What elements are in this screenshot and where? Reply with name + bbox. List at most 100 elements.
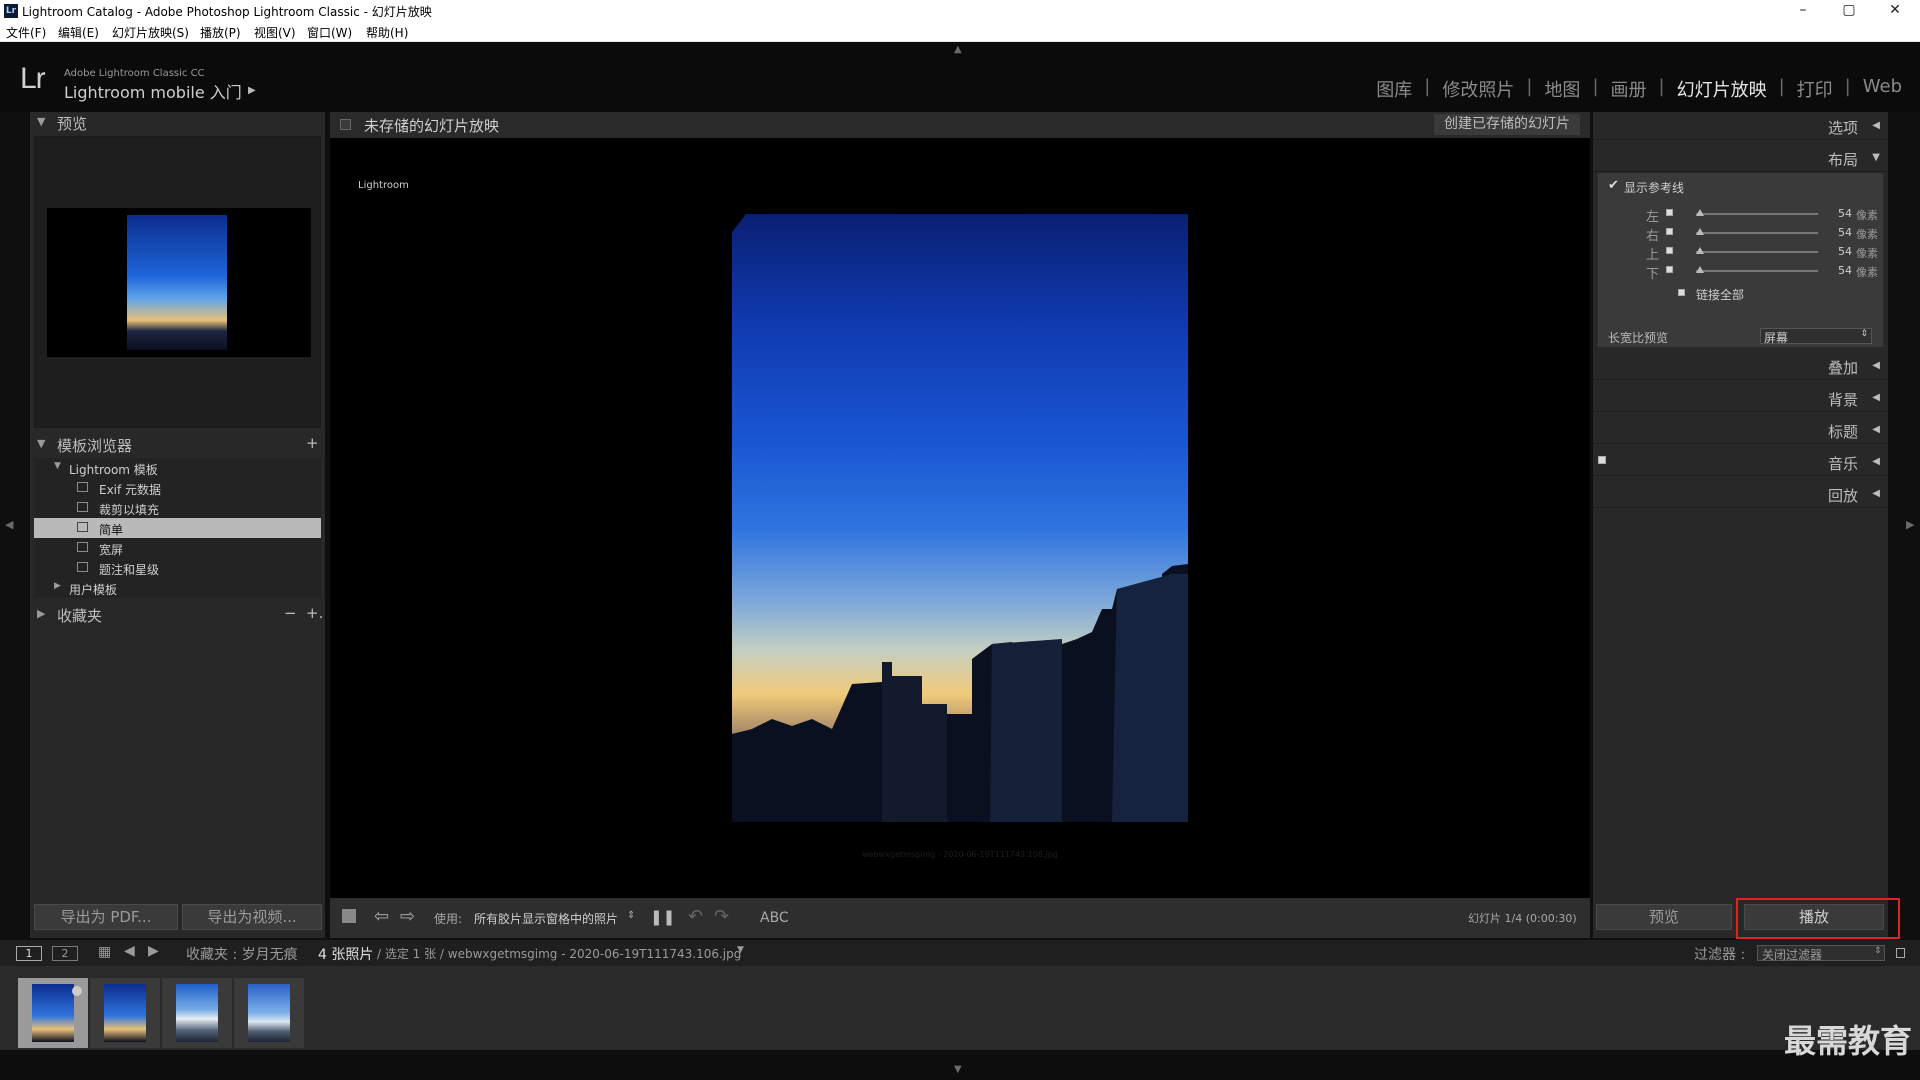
guide-slider-track[interactable] bbox=[1696, 232, 1818, 234]
next-arrow-icon[interactable]: ⇨ bbox=[400, 906, 415, 927]
link-all-checkbox[interactable] bbox=[1678, 289, 1685, 296]
guide-slider-thumb[interactable] bbox=[1696, 247, 1704, 254]
panel-header-backdrop[interactable]: 背景 ◀ bbox=[1593, 384, 1888, 412]
guide-value[interactable]: 54 bbox=[1838, 264, 1852, 277]
expand-down-icon: ▼ bbox=[1872, 152, 1880, 163]
guide-top-checkbox[interactable] bbox=[1666, 247, 1673, 254]
maximize-button[interactable]: ▢ bbox=[1826, 0, 1872, 22]
guide-slider-thumb[interactable] bbox=[1696, 266, 1704, 273]
grid-icon[interactable]: ▦ bbox=[98, 944, 111, 960]
module-slideshow[interactable]: 幻灯片放映 bbox=[1669, 76, 1775, 102]
guide-right-checkbox[interactable] bbox=[1666, 228, 1673, 235]
add-template-button[interactable]: + bbox=[306, 434, 319, 452]
use-source-chevron-icon[interactable]: ⇕ bbox=[627, 910, 635, 921]
use-source-select[interactable]: 所有胶片显示窗格中的照片 bbox=[474, 910, 618, 927]
tree-folder-lightroom[interactable]: ▼ Lightroom 模板 bbox=[34, 458, 321, 478]
panel-header-options[interactable]: 选项 ◀ bbox=[1593, 112, 1888, 140]
guide-bottom-checkbox[interactable] bbox=[1666, 266, 1673, 273]
stop-button[interactable] bbox=[342, 909, 356, 923]
show-guides-checkbox[interactable]: ✔ bbox=[1608, 179, 1619, 192]
guide-slider-track[interactable] bbox=[1696, 251, 1818, 253]
panel-header-overlay[interactable]: 叠加 ◀ bbox=[1593, 352, 1888, 380]
guide-slider-thumb[interactable] bbox=[1696, 228, 1704, 235]
template-browser-header[interactable]: ▼ 模板浏览器 + bbox=[30, 434, 325, 456]
rotate-left-icon[interactable]: ↶ bbox=[688, 906, 703, 927]
previous-arrow-icon[interactable]: ⇦ bbox=[374, 906, 389, 927]
template-item-crop-fill[interactable]: 裁剪以填充 bbox=[34, 498, 321, 518]
template-item-widescreen[interactable]: 宽屏 bbox=[34, 538, 321, 558]
slideshow-title: 未存储的幻灯片放映 bbox=[364, 117, 500, 135]
add-text-button[interactable]: ABC bbox=[760, 910, 789, 926]
template-item-exif[interactable]: Exif 元数据 bbox=[34, 478, 321, 498]
filmstrip-toggle-icon[interactable]: ▼ bbox=[954, 1064, 962, 1075]
film-thumbnail[interactable] bbox=[234, 978, 304, 1048]
guide-slider-track[interactable] bbox=[1696, 270, 1818, 272]
export-pdf-button[interactable]: 导出为 PDF... bbox=[34, 904, 178, 930]
module-book[interactable]: 画册 bbox=[1603, 76, 1655, 102]
film-thumbnail[interactable] bbox=[162, 978, 232, 1048]
preview-panel-header[interactable]: ▼ 预览 bbox=[30, 112, 325, 134]
primary-window-button[interactable]: 1 bbox=[16, 946, 42, 961]
guide-value[interactable]: 54 bbox=[1838, 207, 1852, 220]
secondary-window-button[interactable]: 2 bbox=[52, 946, 78, 961]
menu-slideshow[interactable]: 幻灯片放映(S) bbox=[112, 24, 189, 41]
menu-help[interactable]: 帮助(H) bbox=[366, 24, 408, 41]
module-develop[interactable]: 修改照片 bbox=[1434, 76, 1522, 102]
guide-slider-track[interactable] bbox=[1696, 213, 1818, 215]
identity-arrow-icon[interactable]: ▶ bbox=[248, 85, 256, 96]
top-panel-toggle-icon[interactable]: ▲ bbox=[954, 44, 962, 55]
add-collection-button[interactable]: +. bbox=[306, 604, 323, 622]
back-arrow-icon[interactable]: ◀ bbox=[124, 943, 135, 959]
menu-view[interactable]: 视图(V) bbox=[254, 24, 296, 41]
slide-photo[interactable] bbox=[732, 214, 1188, 822]
module-map[interactable]: 地图 bbox=[1536, 76, 1588, 102]
menu-play[interactable]: 播放(P) bbox=[200, 24, 241, 41]
panel-header-playback[interactable]: 回放 ◀ bbox=[1593, 480, 1888, 508]
film-thumbnail[interactable] bbox=[18, 978, 88, 1048]
pause-button[interactable]: ❚❚ bbox=[650, 908, 675, 926]
right-panel-toggle-icon[interactable]: ▶ bbox=[1906, 518, 1914, 531]
template-item-caption-rating[interactable]: 题注和星级 bbox=[34, 558, 321, 578]
source-dropdown-icon[interactable]: ▼ bbox=[737, 945, 744, 955]
panel-header-titles[interactable]: 标题 ◀ bbox=[1593, 416, 1888, 444]
collapse-triangle-icon: ▼ bbox=[37, 115, 46, 128]
collections-header[interactable]: ▶ 收藏夹 − +. bbox=[30, 604, 325, 626]
rotate-right-icon[interactable]: ↷ bbox=[714, 906, 729, 927]
music-enable-checkbox[interactable] bbox=[1598, 456, 1606, 464]
module-web[interactable]: Web bbox=[1855, 76, 1910, 102]
identity-plate[interactable]: Lightroom mobile 入门 bbox=[64, 79, 242, 103]
guide-value[interactable]: 54 bbox=[1838, 245, 1852, 258]
tree-folder-user[interactable]: ▶ 用户模板 bbox=[34, 578, 321, 598]
template-icon bbox=[77, 562, 88, 572]
template-item-simple[interactable]: 简单 bbox=[34, 518, 321, 538]
left-panel-toggle-icon[interactable]: ◀ bbox=[5, 518, 13, 531]
slide-identity-plate[interactable]: Lightroom bbox=[358, 180, 409, 191]
module-separator: | bbox=[1658, 76, 1665, 97]
close-button[interactable]: ✕ bbox=[1872, 0, 1918, 22]
filter-lock-icon[interactable] bbox=[1896, 948, 1905, 958]
guide-value[interactable]: 54 bbox=[1838, 226, 1852, 239]
preview-photo bbox=[127, 215, 227, 350]
guide-left-checkbox[interactable] bbox=[1666, 209, 1673, 216]
source-label[interactable]: 收藏夹 : 岁月无痕 bbox=[186, 944, 298, 964]
chevron-updown-icon: ⇕ bbox=[1860, 329, 1868, 339]
create-saved-slideshow-button[interactable]: 创建已存储的幻灯片 bbox=[1434, 114, 1580, 135]
preview-button[interactable]: 预览 bbox=[1596, 904, 1732, 930]
film-thumbnail[interactable] bbox=[90, 978, 160, 1048]
menu-window[interactable]: 窗口(W) bbox=[307, 24, 352, 41]
aspect-preview-select[interactable]: 屏幕 ⇕ bbox=[1760, 328, 1872, 345]
menu-file[interactable]: 文件(F) bbox=[6, 24, 46, 41]
remove-collection-button[interactable]: − bbox=[284, 604, 297, 622]
guide-slider-thumb[interactable] bbox=[1696, 209, 1704, 216]
menu-edit[interactable]: 编辑(E) bbox=[58, 24, 99, 41]
filter-select[interactable]: 关闭过滤器 bbox=[1757, 945, 1885, 962]
guide-unit: 像素 bbox=[1856, 209, 1878, 222]
module-separator: | bbox=[1778, 76, 1785, 97]
export-video-button[interactable]: 导出为视频... bbox=[182, 904, 322, 930]
module-print[interactable]: 打印 bbox=[1789, 76, 1841, 102]
minimize-button[interactable]: – bbox=[1780, 0, 1826, 22]
panel-header-music[interactable]: 音乐 ◀ bbox=[1593, 448, 1888, 476]
forward-arrow-icon[interactable]: ▶ bbox=[148, 943, 159, 959]
module-library[interactable]: 图库 bbox=[1368, 76, 1420, 102]
panel-header-layout[interactable]: 布局 ▼ bbox=[1593, 144, 1888, 172]
